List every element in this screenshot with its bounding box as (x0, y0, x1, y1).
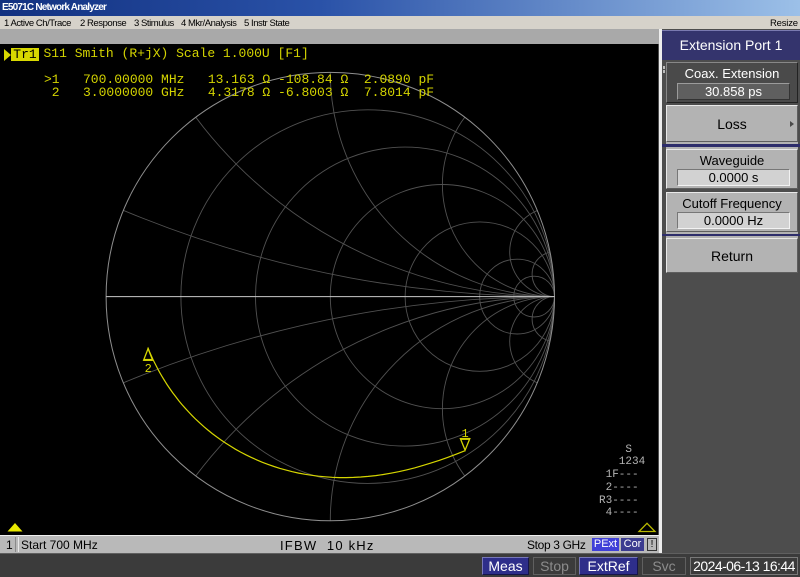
svg-text:1: 1 (462, 427, 469, 441)
svg-text:2: 2 (145, 362, 152, 376)
